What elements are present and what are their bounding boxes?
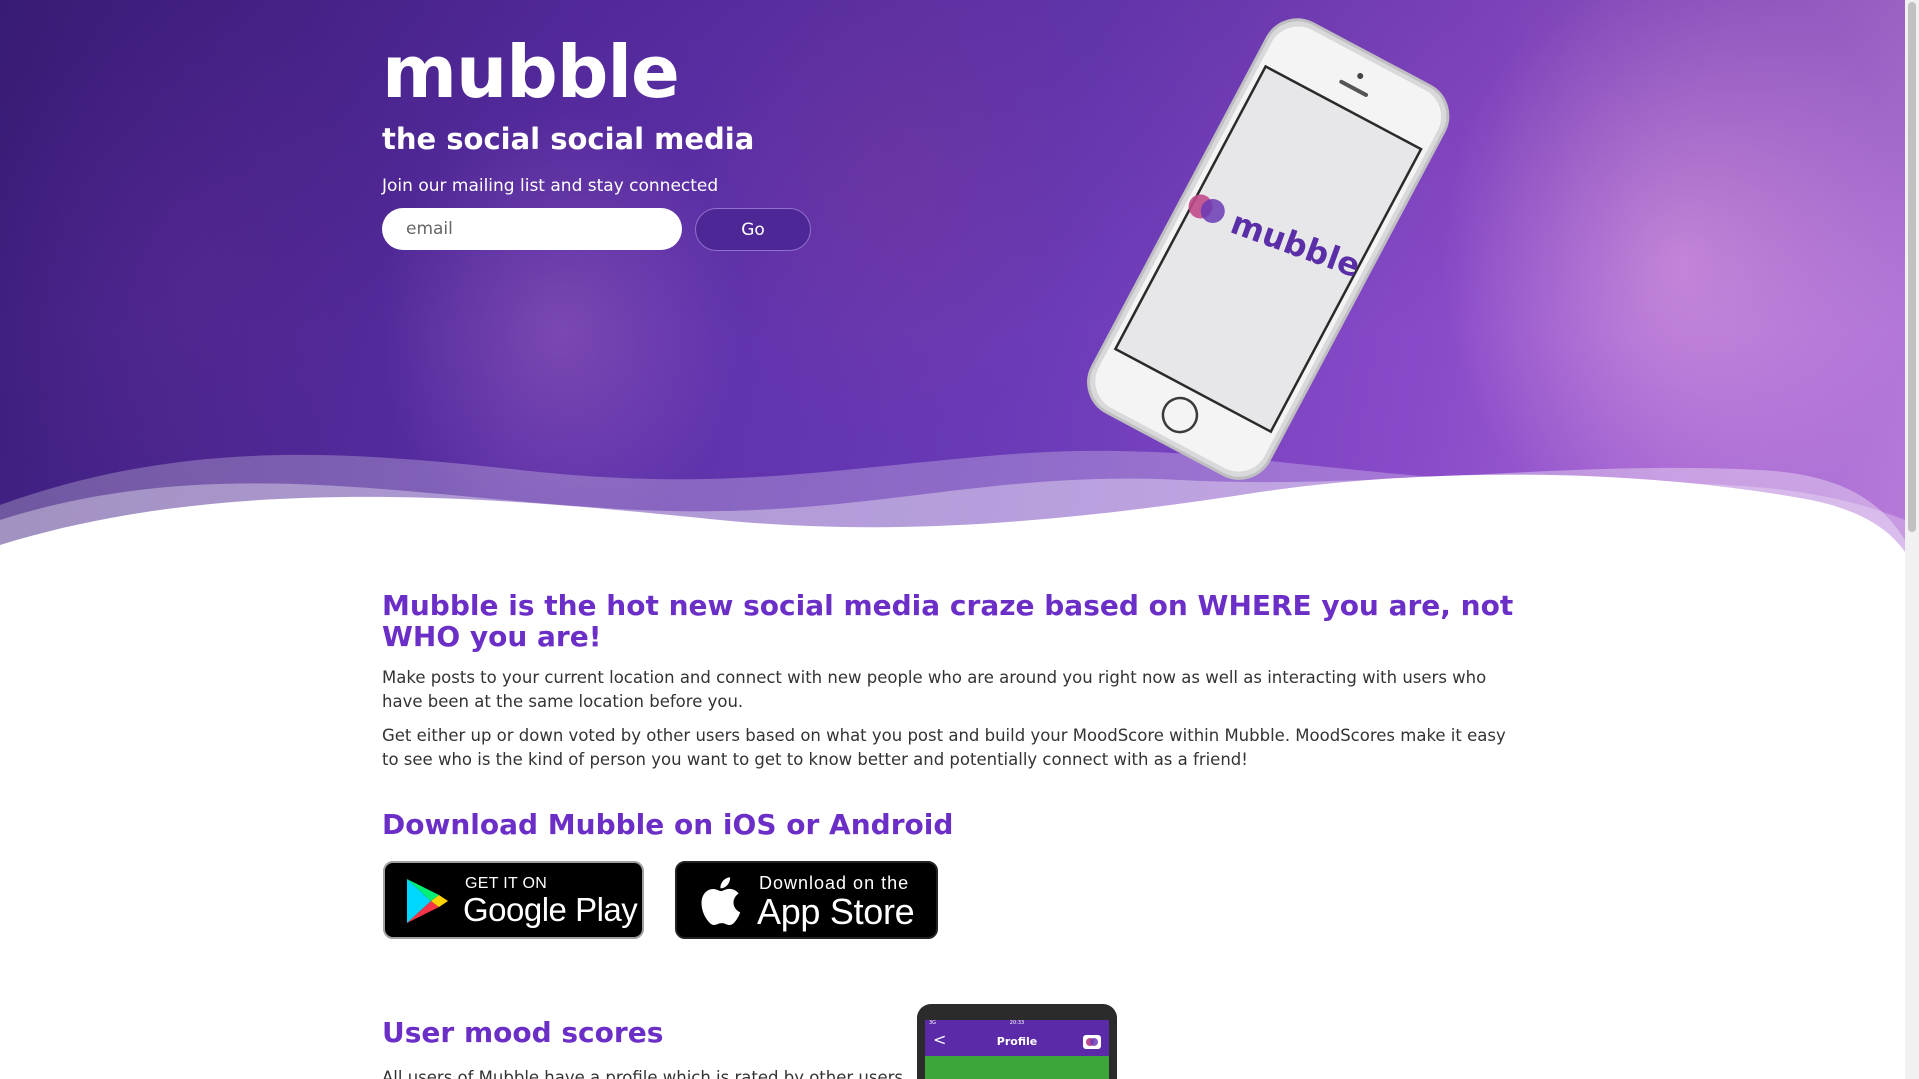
page-scrollbar[interactable]: [1905, 0, 1919, 1079]
mini-green-panel: [925, 1056, 1109, 1079]
mood-scores-text: All users of Mubble have a profile which…: [382, 1068, 903, 1079]
scrollbar-thumb[interactable]: [1908, 2, 1916, 532]
email-input[interactable]: [382, 208, 682, 250]
intro-section: Mubble is the hot new social media craze…: [382, 590, 1517, 772]
intro-headline: Mubble is the hot new social media craze…: [382, 589, 1514, 653]
google-play-big-text: Google Play: [463, 891, 638, 928]
mini-profile-title: Profile: [996, 1035, 1038, 1048]
phone-mockup: mubble: [1030, 10, 1500, 530]
google-play-button[interactable]: GET IT ON Google Play: [383, 861, 644, 939]
intro-paragraph-1: Make posts to your current location and …: [382, 668, 1487, 711]
hero-tagline: the social social media: [382, 122, 755, 156]
mini-status-bar: 3G 20:33: [925, 1020, 1109, 1028]
app-store-big-text: App Store: [757, 891, 915, 932]
go-button[interactable]: Go: [695, 208, 811, 251]
mailing-list-label: Join our mailing list and stay connected: [382, 176, 719, 196]
intro-paragraph-2: Get either up or down voted by other use…: [382, 726, 1506, 769]
brand-logo-text: mubble: [382, 30, 680, 114]
profile-screenshot-phone: 3G 20:33 < Profile: [917, 1004, 1117, 1079]
hero-banner: mubble the social social media Join our …: [0, 0, 1905, 560]
app-store-button[interactable]: Download on the App Store: [675, 861, 938, 939]
mood-scores-title: User mood scores: [382, 1016, 664, 1049]
mini-header-bar: < Profile: [925, 1028, 1109, 1056]
apple-icon: [701, 877, 741, 926]
mini-status-time: 20:33: [1009, 1020, 1025, 1026]
mini-mubble-logo-icon: [1083, 1035, 1101, 1049]
google-play-icon: [407, 879, 448, 923]
phone-mockup-graphic: mubble: [1087, 18, 1450, 480]
hero-wave-divider: [0, 450, 1905, 560]
download-title: Download Mubble on iOS or Android: [382, 808, 954, 841]
